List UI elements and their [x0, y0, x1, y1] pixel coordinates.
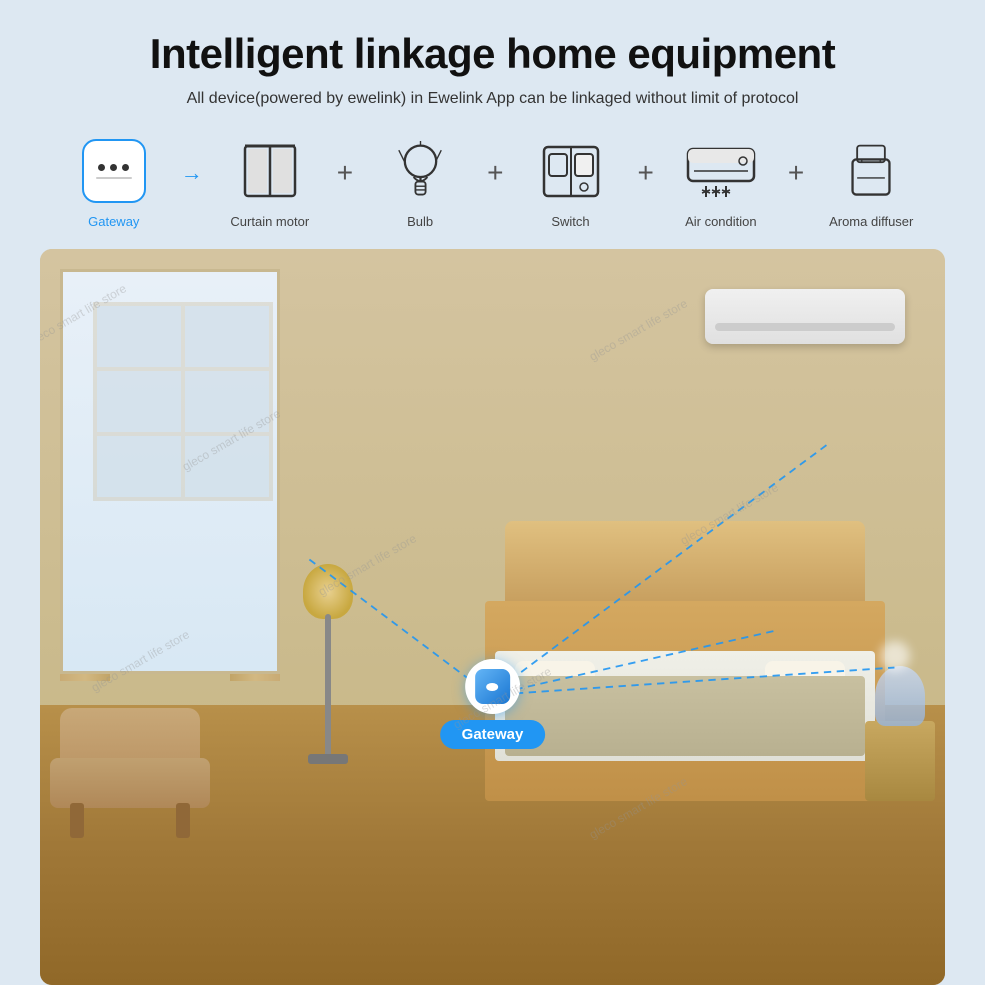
window-cell	[185, 436, 269, 497]
plus-icon-2: +	[487, 157, 503, 209]
curtain-motor-label: Curtain motor	[230, 214, 309, 229]
hub-dot	[486, 683, 498, 691]
window	[60, 269, 280, 674]
device-bulb: Bulb	[355, 136, 485, 229]
plus-icon-1: +	[337, 157, 353, 209]
aroma-diffuser-icon	[836, 136, 906, 206]
chair-leg-right	[176, 803, 190, 838]
hub-icon	[465, 659, 520, 714]
gateway-label: Gateway	[88, 214, 139, 229]
room-scene: Gateway gleco smart life store gleco sma…	[40, 249, 945, 985]
switch-icon	[536, 136, 606, 206]
devices-row: Gateway → Curtain motor +	[40, 136, 945, 229]
device-aroma-diffuser: Aroma diffuser	[806, 136, 936, 229]
bed-mattress	[495, 651, 875, 761]
plus-icon-3: +	[638, 157, 654, 209]
lamp-post	[325, 614, 331, 764]
device-curtain-motor: Curtain motor	[205, 136, 335, 229]
chair-leg-left	[70, 803, 84, 838]
window-cell	[97, 371, 181, 432]
room-gateway-hub: Gateway	[440, 659, 546, 749]
ac-vent	[715, 323, 895, 331]
chair-seat	[50, 758, 210, 808]
window-cell	[97, 436, 181, 497]
floor-lamp	[298, 564, 358, 764]
page-container: Intelligent linkage home equipment All d…	[0, 0, 985, 985]
gateway-badge: Gateway	[440, 720, 546, 749]
bulb-label: Bulb	[407, 214, 433, 229]
window-cell	[185, 371, 269, 432]
nightstand	[865, 721, 935, 801]
device-air-condition: Air condition	[656, 136, 786, 229]
page-subtitle: All device(powered by ewelink) in Ewelin…	[187, 90, 799, 108]
plus-icon-4: +	[788, 157, 804, 209]
lamp-base	[308, 754, 348, 764]
room-diffuser	[875, 666, 925, 726]
air-condition-label: Air condition	[685, 214, 757, 229]
room-ac-unit	[705, 289, 905, 344]
curtain-motor-icon	[235, 136, 305, 206]
lamp-shade	[303, 564, 353, 619]
window-cell	[185, 306, 269, 367]
device-gateway: Gateway	[49, 136, 179, 229]
switch-label: Switch	[551, 214, 589, 229]
gateway-icon	[79, 136, 149, 206]
bed-headboard	[505, 521, 865, 601]
armchair	[50, 708, 210, 838]
room-scene-container: Gateway gleco smart life store gleco sma…	[40, 249, 945, 985]
diffuser-steam	[880, 641, 910, 671]
hub-inner	[475, 669, 510, 704]
aroma-diffuser-label: Aroma diffuser	[829, 214, 913, 229]
window-cell	[97, 306, 181, 367]
arrow-icon: →	[181, 160, 203, 206]
device-switch: Switch	[506, 136, 636, 229]
page-title: Intelligent linkage home equipment	[150, 30, 835, 78]
bed-blanket	[505, 676, 865, 756]
bulb-icon	[385, 136, 455, 206]
window-pane	[93, 302, 273, 501]
air-condition-icon	[686, 136, 756, 206]
